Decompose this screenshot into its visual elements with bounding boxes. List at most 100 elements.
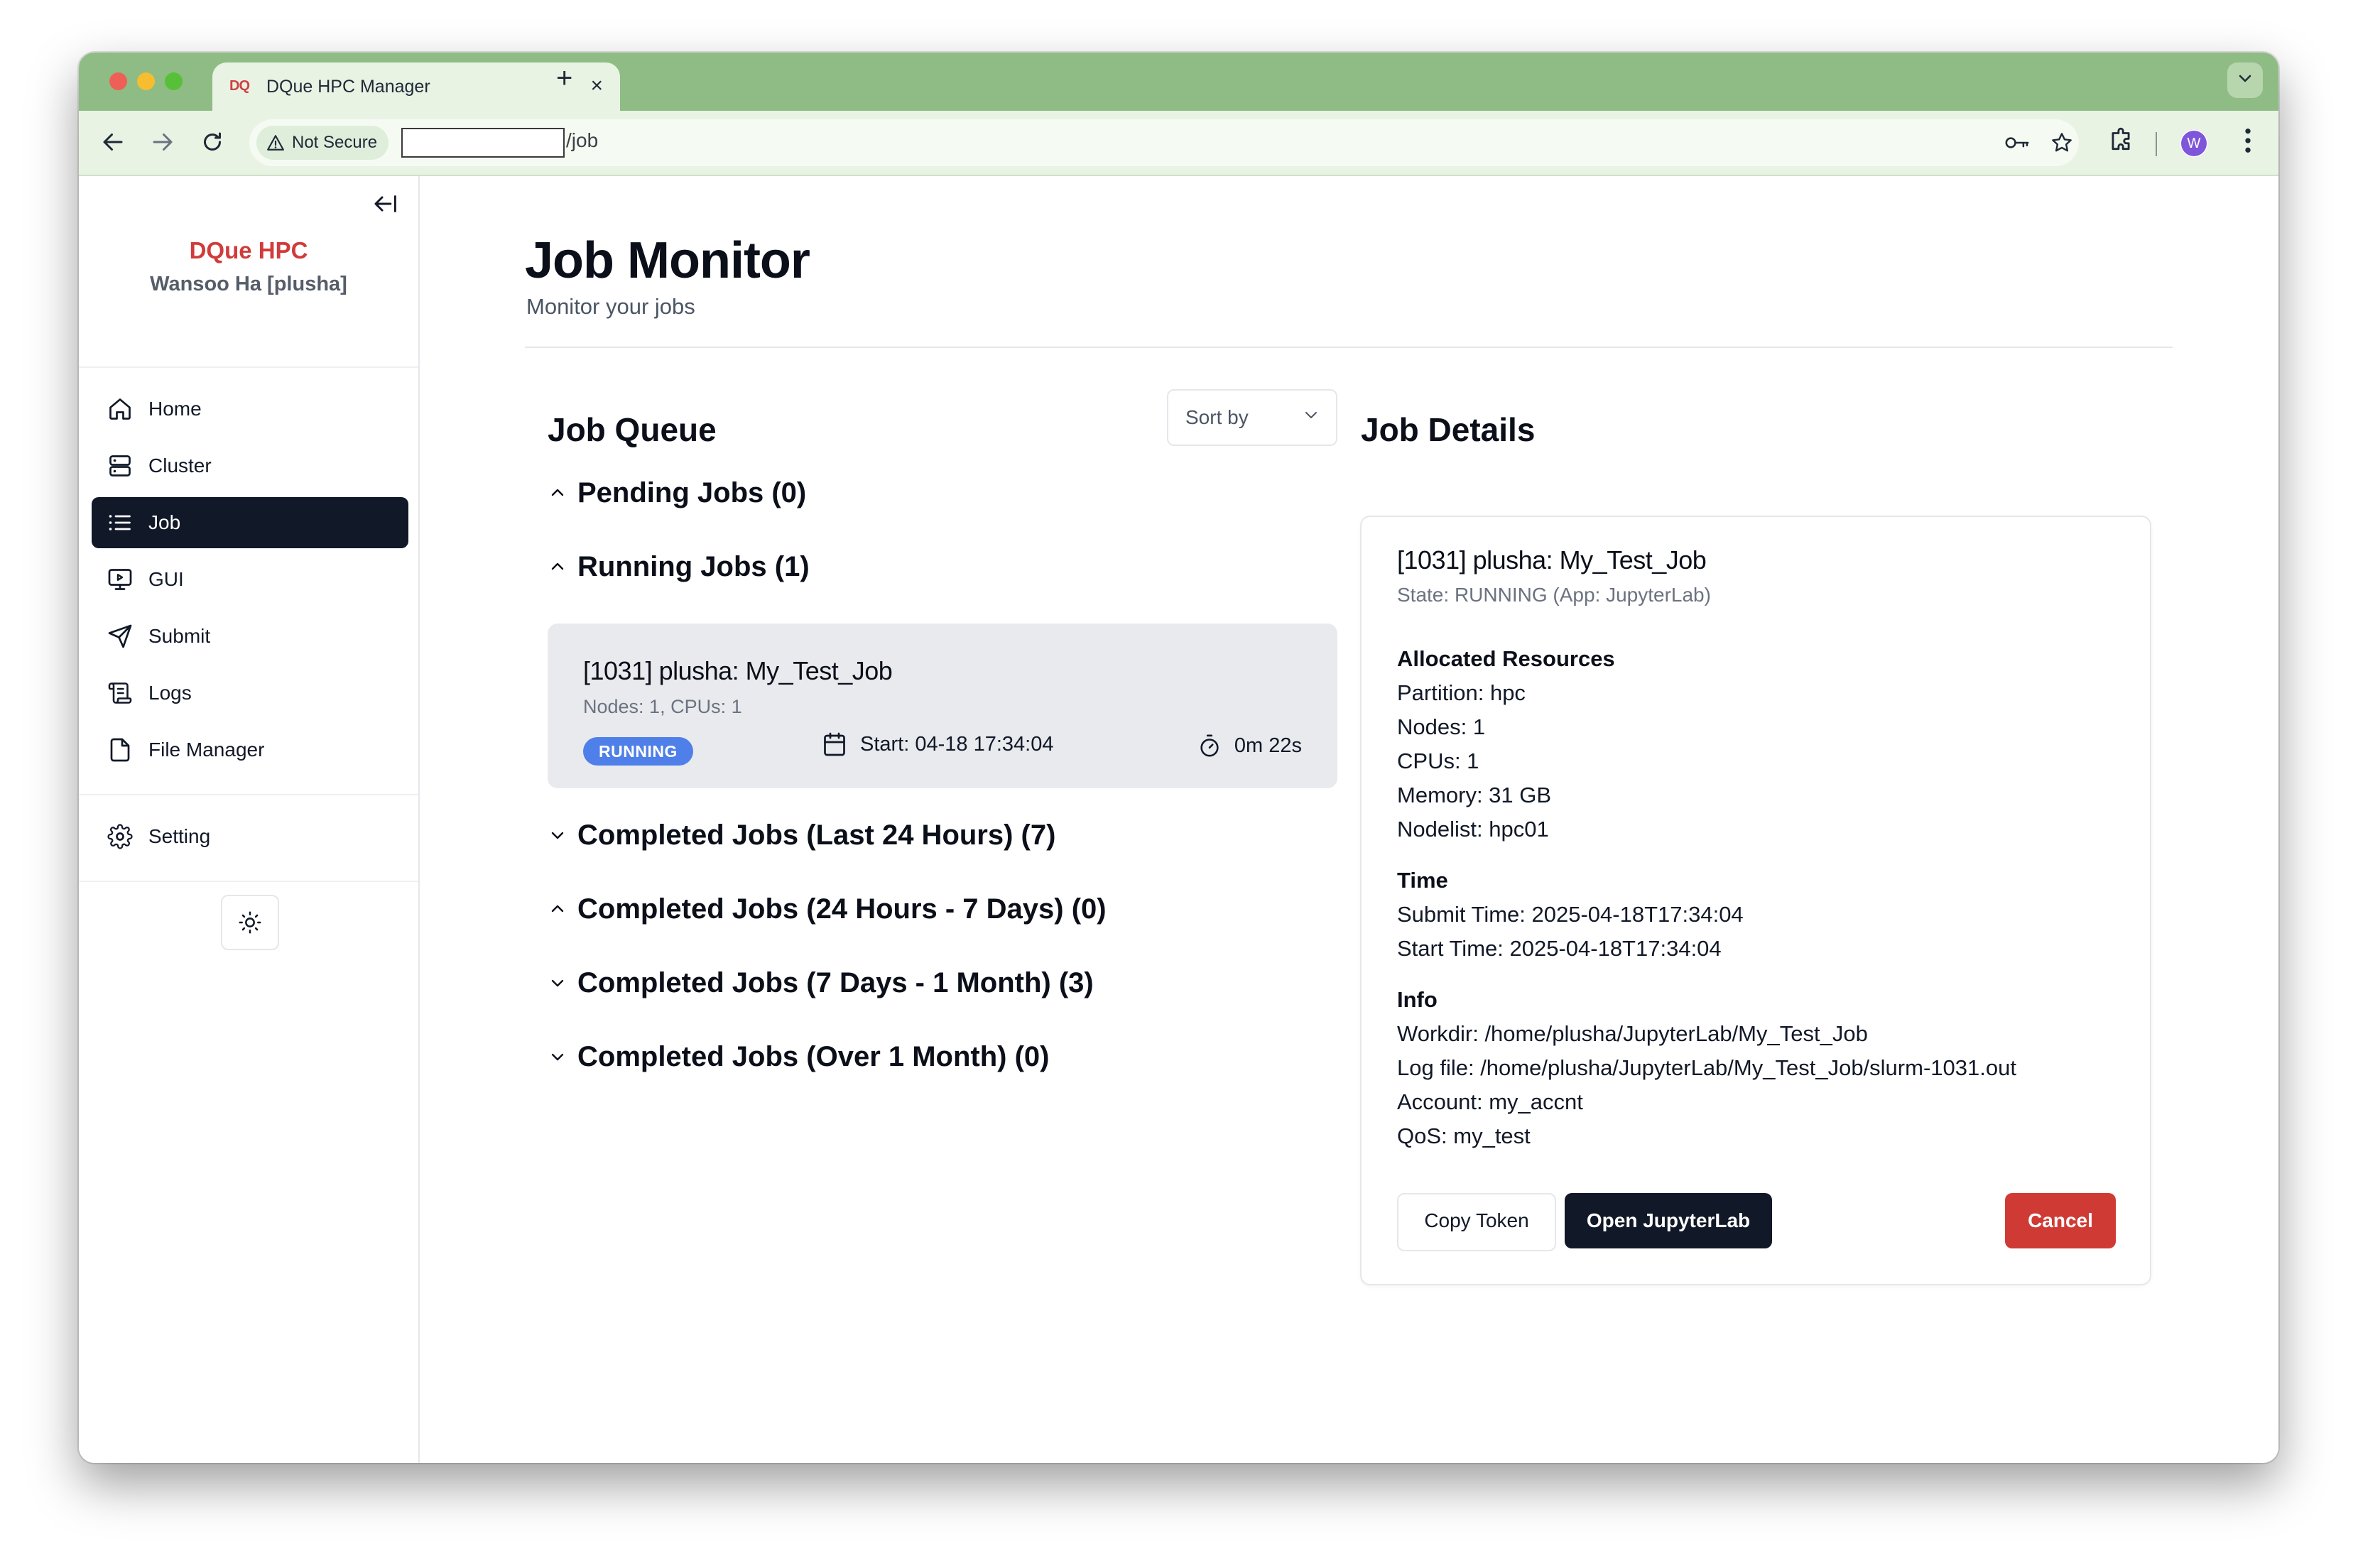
address-bar[interactable]: Not Secure /job <box>249 119 2079 166</box>
details-job-title: [1031] plusha: My_Test_Job <box>1397 545 1707 575</box>
scroll-icon <box>108 682 132 704</box>
home-icon <box>109 398 131 420</box>
cancel-job-button[interactable]: Cancel <box>2005 1193 2116 1248</box>
time-heading: Time <box>1397 868 1448 893</box>
sidebar-item-file-manager[interactable]: File Manager <box>92 724 408 775</box>
page-title: Job Monitor <box>525 232 810 289</box>
section-completed-7d-1m[interactable]: Completed Jobs (7 Days - 1 Month) (3) <box>549 963 1094 1003</box>
header-divider <box>525 347 2173 348</box>
sidebar-item-cluster[interactable]: Cluster <box>92 440 408 491</box>
sun-icon <box>239 911 261 934</box>
sort-by-select[interactable]: Sort by <box>1167 389 1337 446</box>
main-content: Job Monitor Monitor your jobs Job Queue … <box>418 176 2278 1463</box>
detail-start-time: Start Time: 2025-04-18T17:34:04 <box>1397 936 1722 961</box>
sidebar: DQue HPC Wansoo Ha [plusha] Home Cluster… <box>79 176 420 1463</box>
sidebar-item-home[interactable]: Home <box>92 383 408 435</box>
chevron-down-icon <box>551 979 564 987</box>
copy-token-button[interactable]: Copy Token <box>1397 1193 1556 1251</box>
gear-icon <box>107 824 133 849</box>
detail-account: Account: my_accnt <box>1397 1089 1583 1114</box>
more-menu-icon[interactable] <box>2242 126 2254 155</box>
security-chip[interactable]: Not Secure <box>256 126 389 160</box>
warning-icon <box>267 135 284 151</box>
security-label: Not Secure <box>292 133 378 152</box>
sidebar-item-label: Setting <box>148 825 211 847</box>
section-label: Running Jobs (1) <box>577 550 810 582</box>
sidebar-item-job[interactable]: Job <box>92 497 408 548</box>
reload-icon[interactable] <box>200 129 225 155</box>
url-host-redacted <box>401 128 565 158</box>
section-completed-24h[interactable]: Completed Jobs (Last 24 Hours) (7) <box>549 815 1055 855</box>
job-card-elapsed-text: 0m 22s <box>1234 734 1302 757</box>
job-card-start: Start: 04-18 17:34:04 <box>822 731 1053 757</box>
theme-toggle-button[interactable] <box>221 895 279 950</box>
job-details-card: [1031] plusha: My_Test_Job State: RUNNIN… <box>1360 516 2151 1285</box>
open-jupyterlab-button[interactable]: Open JupyterLab <box>1565 1193 1772 1248</box>
sidebar-divider <box>79 794 418 795</box>
section-label: Completed Jobs (24 Hours - 7 Days) (0) <box>577 893 1107 925</box>
browser-toolbar: Not Secure /job W <box>79 111 2278 176</box>
chevron-down-icon <box>551 832 564 839</box>
sidebar-item-label: Home <box>148 398 202 420</box>
timer-icon <box>1200 734 1219 757</box>
sidebar-item-setting[interactable]: Setting <box>92 811 408 862</box>
password-key-icon[interactable] <box>2004 131 2031 154</box>
forward-icon[interactable] <box>150 129 175 155</box>
file-icon <box>110 738 130 762</box>
job-details-title: Job Details <box>1361 411 1536 448</box>
chevron-down-icon <box>2239 75 2251 82</box>
section-label: Completed Jobs (7 Days - 1 Month) (3) <box>577 967 1094 998</box>
job-queue-title: Job Queue <box>548 411 717 448</box>
section-label: Pending Jobs (0) <box>577 477 807 508</box>
sidebar-divider <box>79 366 418 368</box>
detail-partition: Partition: hpc <box>1397 680 1526 705</box>
chevron-down-icon <box>1305 412 1317 418</box>
brand-name: DQue HPC <box>189 237 308 263</box>
sidebar-item-label: File Manager <box>148 739 265 761</box>
collapse-sidebar-icon[interactable] <box>373 193 397 214</box>
minimize-window-button[interactable] <box>137 72 155 90</box>
url-path: /job <box>566 129 599 151</box>
sidebar-item-gui[interactable]: GUI <box>92 554 408 605</box>
sidebar-divider <box>79 881 418 882</box>
detail-workdir: Workdir: /home/plusha/JupyterLab/My_Test… <box>1397 1021 1868 1046</box>
section-label: Completed Jobs (Last 24 Hours) (7) <box>577 819 1056 851</box>
job-card-title: [1031] plusha: My_Test_Job <box>583 656 893 685</box>
monitor-icon <box>108 569 132 590</box>
bookmark-star-icon[interactable] <box>2050 131 2073 154</box>
detail-nodelist: Nodelist: hpc01 <box>1397 817 1549 842</box>
detail-submit-time: Submit Time: 2025-04-18T17:34:04 <box>1397 902 1744 927</box>
section-running-jobs[interactable]: Running Jobs (1) <box>549 547 810 587</box>
profile-avatar[interactable]: W <box>2180 129 2208 158</box>
new-tab-button[interactable]: + <box>556 64 572 92</box>
detail-qos: QoS: my_test <box>1397 1123 1531 1148</box>
sidebar-item-label: Cluster <box>148 454 212 477</box>
send-icon <box>108 624 132 648</box>
tab-bar: DQ DQue HPC Manager × + <box>79 53 2278 111</box>
section-pending-jobs[interactable]: Pending Jobs (0) <box>549 473 806 513</box>
maximize-window-button[interactable] <box>165 72 183 90</box>
job-card-resources: Nodes: 1, CPUs: 1 <box>583 696 742 717</box>
favicon-icon: DQ <box>229 78 250 94</box>
section-completed-over-1m[interactable]: Completed Jobs (Over 1 Month) (0) <box>549 1037 1050 1077</box>
detail-cpus: CPUs: 1 <box>1397 748 1479 773</box>
status-badge: RUNNING <box>583 737 693 766</box>
list-icon <box>109 515 131 530</box>
tab-search-button[interactable] <box>2227 62 2263 98</box>
details-job-state: State: RUNNING (App: JupyterLab) <box>1397 584 1711 606</box>
running-job-card[interactable]: [1031] plusha: My_Test_Job Nodes: 1, CPU… <box>548 624 1337 788</box>
back-icon[interactable] <box>100 129 126 155</box>
chevron-up-icon <box>551 489 564 496</box>
sidebar-item-logs[interactable]: Logs <box>92 668 408 719</box>
page-subtitle: Monitor your jobs <box>526 294 695 319</box>
chevron-down-icon <box>551 1053 564 1061</box>
section-completed-24h-7d[interactable]: Completed Jobs (24 Hours - 7 Days) (0) <box>549 889 1107 929</box>
extensions-icon[interactable] <box>2107 126 2134 153</box>
sidebar-item-submit[interactable]: Submit <box>92 611 408 662</box>
close-window-button[interactable] <box>109 72 127 90</box>
tab-close-icon[interactable]: × <box>590 74 603 98</box>
detail-memory: Memory: 31 GB <box>1397 783 1552 807</box>
sidebar-item-label: Logs <box>148 682 192 704</box>
tab-title: DQue HPC Manager <box>266 77 430 97</box>
sidebar-item-label: Job <box>148 511 181 533</box>
